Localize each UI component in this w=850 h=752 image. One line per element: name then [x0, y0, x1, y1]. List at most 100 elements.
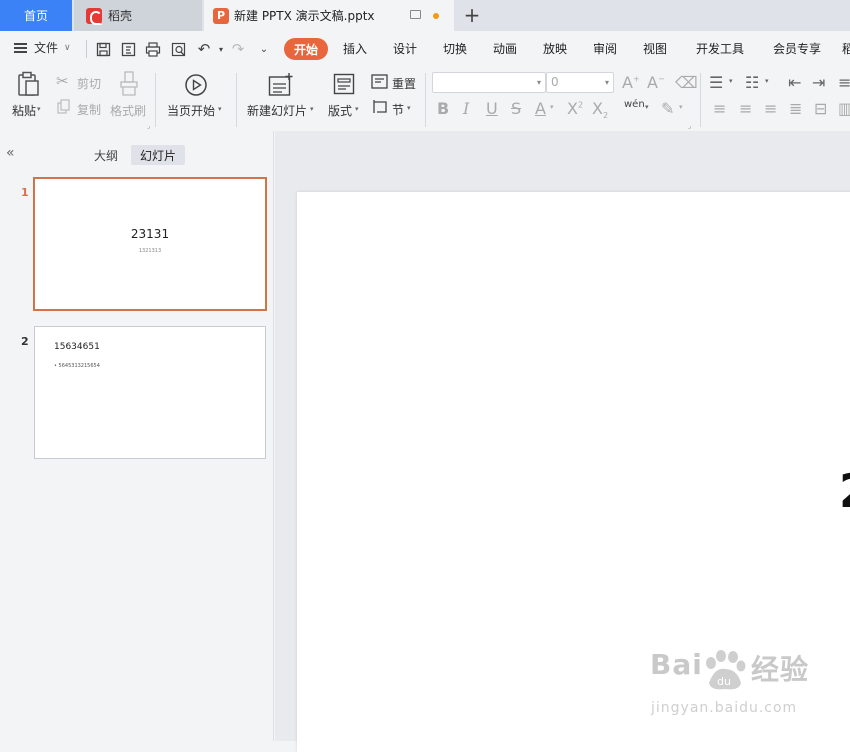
bold-icon: B — [437, 99, 450, 118]
tab-daoke[interactable]: 稻壳 — [74, 0, 202, 31]
underline-icon: U — [486, 99, 498, 118]
tab-daoke-label: 稻壳 — [108, 9, 133, 23]
tab-outline[interactable]: 大纲 — [85, 145, 127, 165]
decrease-font-icon: A− — [647, 73, 665, 92]
tab-document[interactable]: P 新建 PPTX 演示文稿.pptx — [204, 0, 454, 31]
distribute-icon: ⊟ — [814, 99, 828, 118]
paw-logo-icon: du — [706, 650, 746, 690]
font-dialog-launcher-icon[interactable]: ⌟ — [688, 122, 691, 130]
font-family-select[interactable]: ▾ — [432, 72, 546, 93]
tab-home-label: 首页 — [23, 9, 48, 23]
print-icon[interactable] — [144, 40, 162, 58]
font-color-icon: A — [535, 99, 546, 118]
divider — [155, 73, 156, 127]
copy-icon — [57, 99, 70, 114]
watermark-brand-right: 经验 — [751, 653, 810, 686]
presentation-file-icon: P — [213, 7, 229, 24]
slide-thumbnail-title: 23131 — [130, 227, 170, 241]
hamburger-icon — [14, 42, 27, 53]
font-size-value: 0 — [551, 75, 559, 89]
chevron-down-icon: ▾ — [310, 105, 314, 113]
format-painter-label: 格式刷 — [110, 104, 147, 118]
align-center-icon: ≡ — [739, 99, 753, 118]
increase-font-icon: A+ — [622, 73, 640, 92]
slide-title-text[interactable]: 2 — [839, 464, 850, 518]
divider — [236, 73, 237, 127]
tab-document-title: 新建 PPTX 演示文稿.pptx — [234, 9, 375, 23]
bullets-icon: ☰ — [709, 73, 724, 92]
menu-bar: 文件 ∨ ↶ ▾ ↷ ⌄ 开始 插入 设计 切换 动画 放映 审阅 视图 开发工… — [0, 31, 850, 67]
slide-thumbnail-title: 15634651 — [54, 342, 100, 352]
phonetic-guide-icon[interactable]: wén — [624, 99, 645, 110]
eraser-icon: ⌫ — [675, 73, 698, 92]
export-pdf-icon[interactable] — [119, 40, 137, 58]
menu-tab-review[interactable]: 审阅 — [593, 40, 617, 57]
tab-home[interactable]: 首页 — [0, 0, 72, 31]
chevron-down-icon: ▾ — [550, 103, 554, 111]
layout-icon — [333, 73, 355, 95]
justify-icon: ≣ — [789, 99, 803, 118]
menu-tab-insert[interactable]: 插入 — [343, 40, 367, 57]
section-icon — [373, 100, 387, 113]
file-menu-label: 文件 — [34, 41, 59, 55]
slide-thumbnail-bullet: • 5645313215654 — [54, 363, 100, 369]
menu-tab-start[interactable]: 开始 — [284, 38, 328, 60]
highlight-icon: ✎ — [661, 99, 675, 118]
slide-thumbnail-subtitle: 1321313 — [138, 248, 162, 254]
unsaved-dot-icon — [433, 13, 439, 19]
print-preview-icon[interactable] — [170, 40, 188, 58]
slide-thumbnail-2[interactable]: 15634651 • 5645313215654 — [34, 326, 266, 459]
menu-tab-transition[interactable]: 切换 — [443, 40, 467, 57]
undo-dropdown-icon[interactable]: ▾ — [212, 40, 230, 58]
reset-label: 重置 — [392, 77, 417, 91]
clipboard-dialog-launcher-icon[interactable]: ⌟ — [147, 122, 150, 130]
chevron-down-icon: ▾ — [536, 78, 541, 87]
subscript-icon: X2 — [592, 99, 609, 121]
superscript-icon: X2 — [567, 99, 584, 118]
watermark-brand-left: Bai — [650, 648, 703, 681]
layout-label: 版式 — [328, 104, 353, 118]
tab-slides[interactable]: 幻灯片 — [131, 145, 186, 165]
file-menu-button[interactable]: 文件 ∨ — [14, 39, 71, 56]
menu-tab-design[interactable]: 设计 — [393, 40, 417, 57]
slide-thumbnail-1[interactable]: 23131 1321313 — [33, 177, 267, 311]
decrease-indent-icon: ⇤ — [788, 73, 802, 92]
paste-dropdown-icon: ▾ — [37, 105, 41, 113]
menu-tab-daoke[interactable]: 稻 — [842, 40, 850, 57]
chevron-down-icon: ▾ — [765, 77, 769, 85]
menu-tab-member[interactable]: 会员专享 — [773, 40, 821, 57]
font-size-select[interactable]: 0 ▾ — [546, 72, 614, 93]
menu-tab-animation[interactable]: 动画 — [493, 40, 517, 57]
watermark-url: jingyan.baidu.com — [651, 700, 798, 716]
tab-slides-label: 幻灯片 — [140, 148, 177, 163]
brush-icon — [120, 71, 138, 96]
paste-label: 粘贴 — [12, 104, 37, 118]
slide-thumbnail-pane: « 大纲 幻灯片 1 23131 1321313 2 15634651 • 56… — [0, 131, 274, 741]
chevron-down-icon: ▾ — [407, 104, 411, 112]
menu-tab-view[interactable]: 视图 — [643, 40, 667, 57]
numbering-icon: ☷ — [745, 73, 760, 92]
customize-toolbar-icon[interactable]: ⌄ — [255, 40, 273, 58]
divider — [700, 73, 701, 127]
play-icon — [185, 74, 207, 96]
divider — [86, 40, 87, 58]
menu-tab-developer[interactable]: 开发工具 — [696, 40, 744, 57]
new-tab-button[interactable]: + — [462, 3, 482, 27]
reset-icon — [371, 74, 388, 89]
collapse-pane-icon[interactable]: « — [6, 145, 15, 161]
monitor-icon[interactable] — [410, 10, 421, 19]
chevron-down-icon: ▾ — [218, 105, 222, 113]
new-slide-label: 新建幻灯片 — [247, 104, 308, 118]
column-icon: ▥ — [838, 99, 850, 118]
save-icon[interactable] — [94, 40, 112, 58]
line-spacing-icon: ≡ — [838, 73, 850, 92]
undo-icon[interactable]: ↶ — [195, 40, 213, 58]
scissors-icon: ✂ — [56, 72, 69, 90]
increase-indent-icon: ⇥ — [812, 73, 826, 92]
menu-tab-slideshow[interactable]: 放映 — [543, 40, 567, 57]
chevron-down-icon: ▾ — [679, 103, 683, 111]
daoke-logo-icon — [86, 7, 102, 25]
align-right-icon: ≡ — [764, 99, 778, 118]
chevron-down-icon: ∨ — [64, 42, 71, 53]
slide-number: 1 — [21, 186, 29, 199]
